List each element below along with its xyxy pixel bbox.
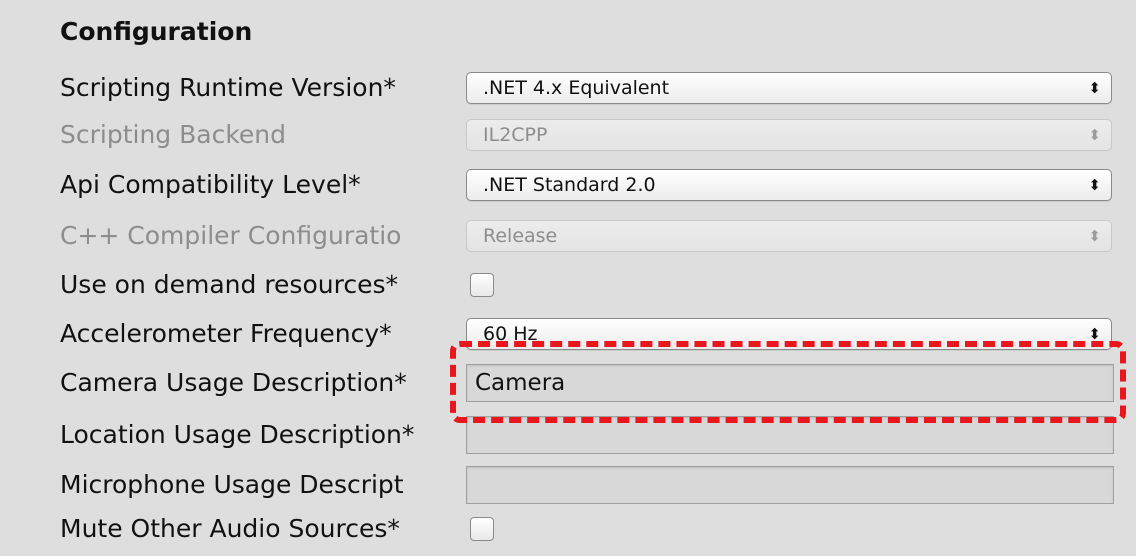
scripting-runtime-value: .NET 4.x Equivalent bbox=[483, 77, 670, 99]
section-title: Configuration bbox=[60, 17, 253, 46]
mute-audio-checkbox[interactable] bbox=[470, 517, 494, 541]
scripting-backend-value: IL2CPP bbox=[483, 124, 548, 146]
cpp-compiler-label: C++ Compiler Configuratio bbox=[60, 221, 402, 250]
cpp-compiler-dropdown: Release ⬍ bbox=[466, 220, 1112, 252]
row-scripting-backend: Scripting Backend IL2CPP ⬍ bbox=[0, 110, 1136, 160]
up-down-arrows-icon: ⬍ bbox=[1088, 176, 1101, 194]
location-usage-label: Location Usage Description* bbox=[60, 420, 415, 449]
up-down-arrows-icon: ⬍ bbox=[1088, 126, 1101, 144]
row-microphone-usage: Microphone Usage Descript bbox=[0, 460, 1136, 510]
scripting-backend-label: Scripting Backend bbox=[60, 120, 287, 149]
row-scripting-runtime: Scripting Runtime Version* .NET 4.x Equi… bbox=[0, 63, 1136, 113]
on-demand-resources-label: Use on demand resources* bbox=[60, 270, 398, 299]
row-api-compatibility: Api Compatibility Level* .NET Standard 2… bbox=[0, 160, 1136, 210]
configuration-panel: Configuration Scripting Runtime Version*… bbox=[0, 0, 1136, 556]
cpp-compiler-value: Release bbox=[483, 225, 558, 247]
api-compatibility-dropdown[interactable]: .NET Standard 2.0 ⬍ bbox=[466, 169, 1112, 201]
accelerometer-frequency-label: Accelerometer Frequency* bbox=[60, 319, 392, 348]
api-compatibility-value: .NET Standard 2.0 bbox=[483, 174, 656, 196]
scripting-runtime-label: Scripting Runtime Version* bbox=[60, 73, 396, 102]
up-down-arrows-icon: ⬍ bbox=[1088, 79, 1101, 97]
microphone-usage-label: Microphone Usage Descript bbox=[60, 470, 404, 499]
api-compatibility-label: Api Compatibility Level* bbox=[60, 170, 361, 199]
mute-audio-label: Mute Other Audio Sources* bbox=[60, 514, 400, 543]
scripting-backend-dropdown: IL2CPP ⬍ bbox=[466, 119, 1112, 151]
highlight-annotation bbox=[450, 341, 1126, 423]
row-cpp-compiler: C++ Compiler Configuratio Release ⬍ bbox=[0, 211, 1136, 261]
scripting-runtime-dropdown[interactable]: .NET 4.x Equivalent ⬍ bbox=[466, 72, 1112, 104]
microphone-usage-field[interactable] bbox=[466, 466, 1114, 504]
on-demand-resources-checkbox[interactable] bbox=[470, 273, 494, 297]
row-mute-audio: Mute Other Audio Sources* bbox=[0, 504, 1136, 554]
row-on-demand-resources: Use on demand resources* bbox=[0, 260, 1136, 310]
up-down-arrows-icon: ⬍ bbox=[1088, 227, 1101, 245]
camera-usage-label: Camera Usage Description* bbox=[60, 368, 407, 397]
